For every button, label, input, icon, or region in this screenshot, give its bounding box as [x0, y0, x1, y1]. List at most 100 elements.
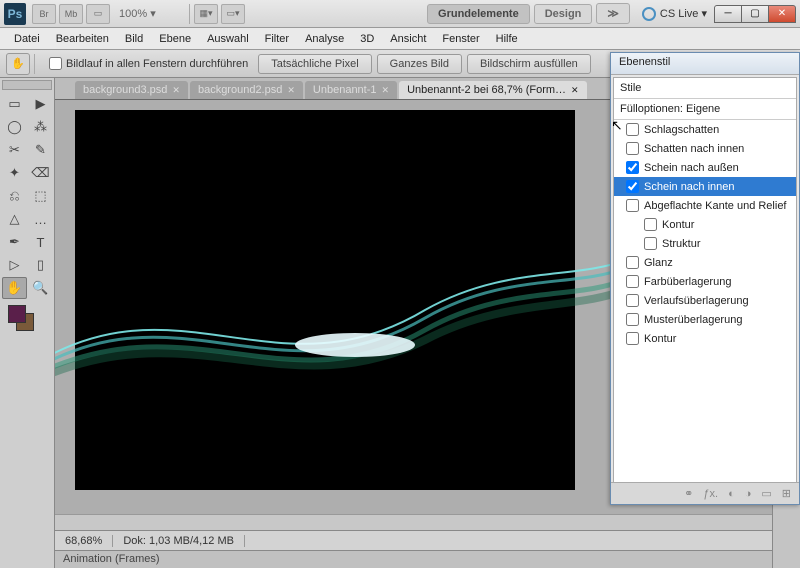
tool-5[interactable]: ✎	[28, 139, 53, 161]
color-swatches[interactable]	[2, 303, 52, 333]
mask-icon[interactable]: ◐	[728, 488, 735, 500]
style-option-musterüberlagerung[interactable]: Musterüberlagerung	[614, 310, 796, 329]
style-checkbox[interactable]	[626, 256, 639, 269]
cslive-button[interactable]: CS Live ▾	[642, 7, 707, 21]
adjustment-icon[interactable]: ◑	[745, 488, 752, 500]
menu-fenster[interactable]: Fenster	[434, 31, 487, 47]
tool-15[interactable]: ▯	[28, 254, 53, 276]
style-option-verlaufsüberlagerung[interactable]: Verlaufsüberlagerung	[614, 291, 796, 310]
menu-datei[interactable]: Datei	[6, 31, 48, 47]
screenmode-button[interactable]: ▭▾	[221, 4, 245, 24]
maximize-button[interactable]: ▢	[741, 5, 769, 23]
tab-close-icon[interactable]: ✕	[172, 85, 180, 96]
scroll-all-input[interactable]	[49, 57, 62, 70]
style-checkbox[interactable]	[626, 161, 639, 174]
tool-2[interactable]: ◯	[2, 116, 27, 138]
styles-header[interactable]: Stile	[614, 78, 796, 99]
style-option-schein-nach-innen[interactable]: Schein nach innen	[614, 177, 796, 196]
menu-bearbeiten[interactable]: Bearbeiten	[48, 31, 117, 47]
status-zoom[interactable]: 68,68%	[55, 535, 113, 547]
toolbox-grip[interactable]	[2, 80, 52, 90]
foreground-color[interactable]	[8, 305, 26, 323]
zoom-dropdown[interactable]: 100% ▾	[119, 7, 179, 20]
fill-screen-button[interactable]: Bildschirm ausfüllen	[467, 54, 591, 74]
style-option-glanz[interactable]: Glanz	[614, 253, 796, 272]
menu-filter[interactable]: Filter	[257, 31, 297, 47]
style-option-schlagschatten[interactable]: Schlagschatten	[614, 120, 796, 139]
style-checkbox[interactable]	[626, 294, 639, 307]
style-checkbox[interactable]	[626, 199, 639, 212]
new-icon[interactable]: ⊞	[782, 487, 791, 500]
style-checkbox[interactable]	[626, 123, 639, 136]
minimize-button[interactable]: ─	[714, 5, 742, 23]
tool-0[interactable]: ▭	[2, 93, 27, 115]
view-button[interactable]: ▭	[86, 4, 110, 24]
style-checkbox[interactable]	[644, 218, 657, 231]
tool-7[interactable]: ⌫	[28, 162, 53, 184]
tool-12[interactable]: ✒	[2, 231, 27, 253]
separator	[34, 54, 35, 74]
toolbox: ▭▶◯⁂✂✎✦⌫⎌⬚△…✒T▷▯✋🔍	[0, 78, 55, 568]
tool-4[interactable]: ✂	[2, 139, 27, 161]
status-doc-size[interactable]: Dok: 1,03 MB/4,12 MB	[113, 535, 245, 547]
tool-11[interactable]: …	[28, 208, 53, 230]
tool-10[interactable]: △	[2, 208, 27, 230]
actual-pixels-button[interactable]: Tatsächliche Pixel	[258, 54, 371, 74]
close-button[interactable]: ✕	[768, 5, 796, 23]
fx-icon[interactable]: ƒx.	[703, 488, 718, 500]
blending-options-header[interactable]: Fülloptionen: Eigene	[614, 99, 796, 120]
style-checkbox[interactable]	[626, 142, 639, 155]
hand-tool-preview[interactable]: ✋	[6, 53, 30, 75]
style-option-kontur[interactable]: Kontur	[614, 329, 796, 348]
link-icon[interactable]: ⚭	[684, 487, 693, 500]
tool-3[interactable]: ⁂	[28, 116, 53, 138]
tool-1[interactable]: ▶	[28, 93, 53, 115]
canvas[interactable]	[75, 110, 575, 490]
menu-ebene[interactable]: Ebene	[151, 31, 199, 47]
doc-tab-1[interactable]: background2.psd✕	[190, 81, 303, 99]
menu-auswahl[interactable]: Auswahl	[199, 31, 257, 47]
style-option-schein-nach-außen[interactable]: Schein nach außen	[614, 158, 796, 177]
mb-button[interactable]: Mb	[59, 4, 83, 24]
menu-analyse[interactable]: Analyse	[297, 31, 352, 47]
arrange-button[interactable]: ▦▾	[194, 4, 218, 24]
menu-hilfe[interactable]: Hilfe	[488, 31, 526, 47]
style-checkbox[interactable]	[626, 180, 639, 193]
animation-panel-tab[interactable]: Animation (Frames)	[55, 550, 772, 568]
dialog-title[interactable]: Ebenenstil	[611, 53, 799, 75]
style-option-farbüberlagerung[interactable]: Farbüberlagerung	[614, 272, 796, 291]
style-checkbox[interactable]	[626, 313, 639, 326]
tool-6[interactable]: ✦	[2, 162, 27, 184]
doc-tab-0[interactable]: background3.psd✕	[75, 81, 188, 99]
tool-16[interactable]: ✋	[2, 277, 27, 299]
tab-close-icon[interactable]: ✕	[382, 85, 390, 96]
h-scrollbar[interactable]	[55, 514, 772, 530]
style-option-struktur[interactable]: Struktur	[614, 234, 796, 253]
group-icon[interactable]: ▭	[761, 487, 771, 500]
fit-image-button[interactable]: Ganzes Bild	[377, 54, 462, 74]
tool-17[interactable]: 🔍	[28, 277, 53, 299]
status-bar: 68,68% Dok: 1,03 MB/4,12 MB	[55, 530, 772, 550]
doc-tab-2[interactable]: Unbenannt-1✕	[305, 81, 397, 99]
scroll-all-checkbox[interactable]: Bildlauf in allen Fenstern durchführen	[49, 57, 248, 70]
workspace-grundelemente[interactable]: Grundelemente	[427, 4, 530, 24]
style-option-schatten-nach-innen[interactable]: Schatten nach innen	[614, 139, 796, 158]
tool-8[interactable]: ⎌	[2, 185, 27, 207]
style-option-kontur[interactable]: Kontur	[614, 215, 796, 234]
tab-close-icon[interactable]: ✕	[287, 85, 295, 96]
style-checkbox[interactable]	[626, 332, 639, 345]
tool-9[interactable]: ⬚	[28, 185, 53, 207]
workspace-more[interactable]: ≫	[596, 3, 630, 24]
menu-3d[interactable]: 3D	[352, 31, 382, 47]
tool-14[interactable]: ▷	[2, 254, 27, 276]
br-button[interactable]: Br	[32, 4, 56, 24]
style-checkbox[interactable]	[644, 237, 657, 250]
menu-bild[interactable]: Bild	[117, 31, 151, 47]
style-option-abgeflachte-kante-und-relief[interactable]: Abgeflachte Kante und Relief	[614, 196, 796, 215]
style-checkbox[interactable]	[626, 275, 639, 288]
doc-tab-3[interactable]: Unbenannt-2 bei 68,7% (Form…✕	[399, 81, 587, 99]
tool-13[interactable]: T	[28, 231, 53, 253]
workspace-design[interactable]: Design	[534, 4, 593, 24]
menu-ansicht[interactable]: Ansicht	[382, 31, 434, 47]
tab-close-icon[interactable]: ✕	[571, 85, 579, 96]
